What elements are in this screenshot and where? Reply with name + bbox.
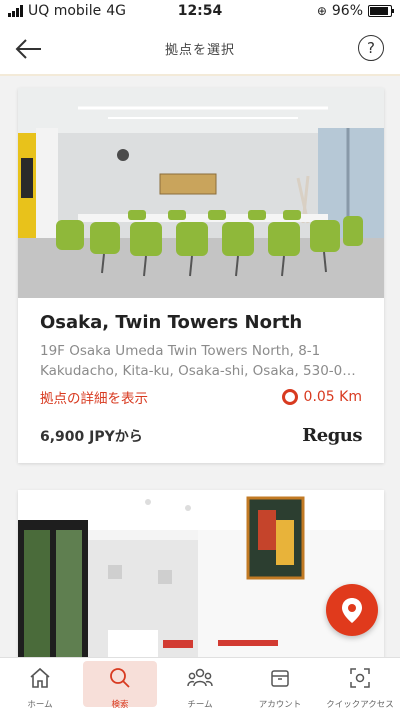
tab-search[interactable]: 検索: [80, 658, 160, 711]
location-address-line1: 19F Osaka Umeda Twin Towers North, 8-1: [40, 343, 321, 359]
tab-quick-access-label: クイックアクセス: [326, 700, 394, 710]
battery-icon: [368, 5, 394, 17]
tab-team[interactable]: チーム: [160, 658, 240, 711]
tab-home-label: ホーム: [27, 700, 53, 710]
details-row: 拠点の詳細を表示 0.05 Km: [40, 387, 362, 407]
location-list[interactable]: Osaka, Twin Towers North 19F Osaka Umeda…: [0, 76, 400, 658]
view-details-link[interactable]: 拠点の詳細を表示: [40, 387, 148, 407]
location-pin-icon: [281, 389, 298, 405]
battery-percent: 96%: [331, 3, 363, 19]
brand-logo: Regus: [302, 425, 362, 446]
distance-value: 0.05 Km: [303, 389, 362, 405]
map-pin-icon: [342, 598, 362, 623]
distance-indicator: 0.05 Km: [281, 389, 362, 405]
app-header: 拠点を選択 ?: [0, 24, 400, 76]
location-photo: [18, 88, 384, 298]
tab-search-label: 検索: [111, 700, 129, 710]
home-icon: [30, 667, 50, 688]
price-row: 6,900 JPYから Regus: [40, 425, 362, 446]
qr-scan-icon: [350, 668, 370, 688]
location-card[interactable]: Osaka, Twin Towers North 19F Osaka Umeda…: [18, 88, 384, 463]
tab-quick-access[interactable]: クイックアクセス: [320, 658, 400, 711]
search-icon: [110, 668, 130, 688]
status-right: ⊕ 96%: [316, 3, 394, 19]
help-icon[interactable]: ?: [358, 35, 384, 61]
tab-account[interactable]: アカウント: [240, 658, 320, 711]
location-name: Osaka, Twin Towers North: [40, 312, 303, 333]
location-info: Osaka, Twin Towers North 19F Osaka Umeda…: [18, 298, 384, 446]
tab-home[interactable]: ホーム: [0, 658, 80, 711]
status-bar: UQ mobile 4G 12:54 ⊕ 96%: [0, 0, 400, 24]
team-icon: [187, 668, 213, 687]
tab-team-label: チーム: [187, 700, 213, 710]
orientation-lock-icon: ⊕: [316, 4, 327, 18]
tab-account-label: アカウント: [258, 700, 302, 710]
page-title: 拠点を選択: [164, 43, 235, 58]
map-view-button[interactable]: [326, 584, 378, 636]
account-icon: [271, 670, 289, 687]
bottom-tab-bar: ホーム 検索 チーム アカウント クイックアクセス: [0, 657, 400, 711]
location-address-line2: Kakudacho, Kita-ku, Osaka-shi, Osaka, 53…: [40, 363, 356, 379]
price-label: 6,900 JPYから: [40, 428, 143, 445]
